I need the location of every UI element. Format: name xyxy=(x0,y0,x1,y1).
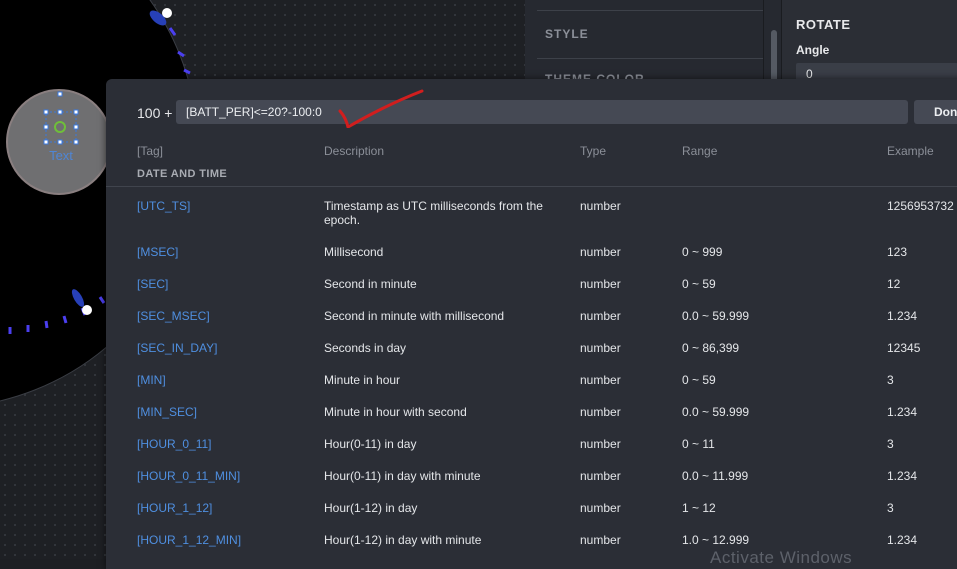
row-tag[interactable]: [MIN] xyxy=(137,373,166,387)
column-header-tag: [Tag] xyxy=(137,144,164,158)
red-checkmark-annotation xyxy=(338,89,424,128)
row-type: number xyxy=(580,199,621,213)
row-type: number xyxy=(580,501,621,515)
row-description: Second in minute with millisecond xyxy=(324,309,505,323)
expression-input[interactable]: [BATT_PER]<=20?-100:0 xyxy=(176,100,908,124)
done-button[interactable]: Done xyxy=(914,100,957,124)
row-tag[interactable]: [SEC_MSEC] xyxy=(137,309,210,323)
row-type: number xyxy=(580,437,621,451)
row-type: number xyxy=(580,341,621,355)
row-example: 3 xyxy=(887,437,894,451)
row-description: Minute in hour xyxy=(324,373,401,387)
row-description: Timestamp as UTC milliseconds from the e… xyxy=(324,199,543,227)
row-tag[interactable]: [HOUR_0_11_MIN] xyxy=(137,469,240,483)
row-description: Second in minute xyxy=(324,277,417,291)
divider xyxy=(537,58,763,59)
expression-prefix: 100 + xyxy=(137,105,173,121)
row-tag[interactable]: [SEC] xyxy=(137,277,168,291)
row-range: 1.0 ~ 12.999 xyxy=(682,533,750,547)
row-type: number xyxy=(580,469,621,483)
row-type: number xyxy=(580,373,621,387)
row-example: 3 xyxy=(887,501,894,515)
row-example: 1.234 xyxy=(887,533,918,547)
panel-scrollbar[interactable] xyxy=(771,30,777,82)
row-type: number xyxy=(580,277,621,291)
column-header-type: Type xyxy=(580,144,607,158)
row-type: number xyxy=(580,309,621,323)
row-description: Seconds in day xyxy=(324,341,407,355)
row-type: number xyxy=(580,405,621,419)
row-range: 0 ~ 999 xyxy=(682,245,723,259)
row-description: Hour(1-12) in day with minute xyxy=(324,533,482,547)
row-tag[interactable]: [MSEC] xyxy=(137,245,178,259)
row-tag[interactable]: [SEC_IN_DAY] xyxy=(137,341,217,355)
row-description: Minute in hour with second xyxy=(324,405,467,419)
column-header-range: Range xyxy=(682,144,718,158)
row-range: 0.0 ~ 59.999 xyxy=(682,309,750,323)
row-example: 1.234 xyxy=(887,309,918,323)
row-tag[interactable]: [MIN_SEC] xyxy=(137,405,197,419)
row-type: number xyxy=(580,533,621,547)
row-example: 3 xyxy=(887,373,894,387)
row-range: 0.0 ~ 59.999 xyxy=(682,405,750,419)
row-tag[interactable]: [HOUR_0_11] xyxy=(137,437,211,451)
row-range: 0 ~ 86,399 xyxy=(682,341,740,355)
row-tag[interactable]: [UTC_TS] xyxy=(137,199,190,213)
section-divider xyxy=(106,186,957,187)
divider xyxy=(537,10,763,11)
row-example: 12345 xyxy=(887,341,921,355)
row-range: 0 ~ 59 xyxy=(682,277,716,291)
row-tag[interactable]: [HOUR_1_12_MIN] xyxy=(137,533,241,547)
row-range: 0 ~ 59 xyxy=(682,373,716,387)
row-description: Millisecond xyxy=(324,245,384,259)
rotate-heading: ROTATE xyxy=(796,17,851,32)
row-example: 1.234 xyxy=(887,469,918,483)
expression-editor-dialog: 100 + [BATT_PER]<=20?-100:0 Done [Tag] D… xyxy=(106,79,957,569)
row-example: 123 xyxy=(887,245,908,259)
row-description: Hour(0-11) in day xyxy=(324,437,417,451)
angle-label: Angle xyxy=(796,43,830,57)
column-header-example: Example xyxy=(887,144,934,158)
row-example: 1.234 xyxy=(887,405,918,419)
row-tag[interactable]: [HOUR_1_12] xyxy=(137,501,212,515)
row-description: Hour(1-12) in day xyxy=(324,501,418,515)
row-description: Hour(0-11) in day with minute xyxy=(324,469,481,483)
row-example: 1256953732 xyxy=(887,199,954,213)
row-range: 0.0 ~ 11.999 xyxy=(682,469,749,483)
text-widget-label[interactable]: Text xyxy=(44,148,78,163)
style-section-label[interactable]: STYLE xyxy=(545,27,589,41)
row-range: 0 ~ 11 xyxy=(682,437,715,451)
column-header-description: Description xyxy=(324,144,385,158)
section-title: DATE AND TIME xyxy=(137,168,228,180)
row-example: 12 xyxy=(887,277,901,291)
row-type: number xyxy=(580,245,621,259)
activate-windows-watermark: Activate Windows xyxy=(710,548,853,567)
row-range: 1 ~ 12 xyxy=(682,501,716,515)
